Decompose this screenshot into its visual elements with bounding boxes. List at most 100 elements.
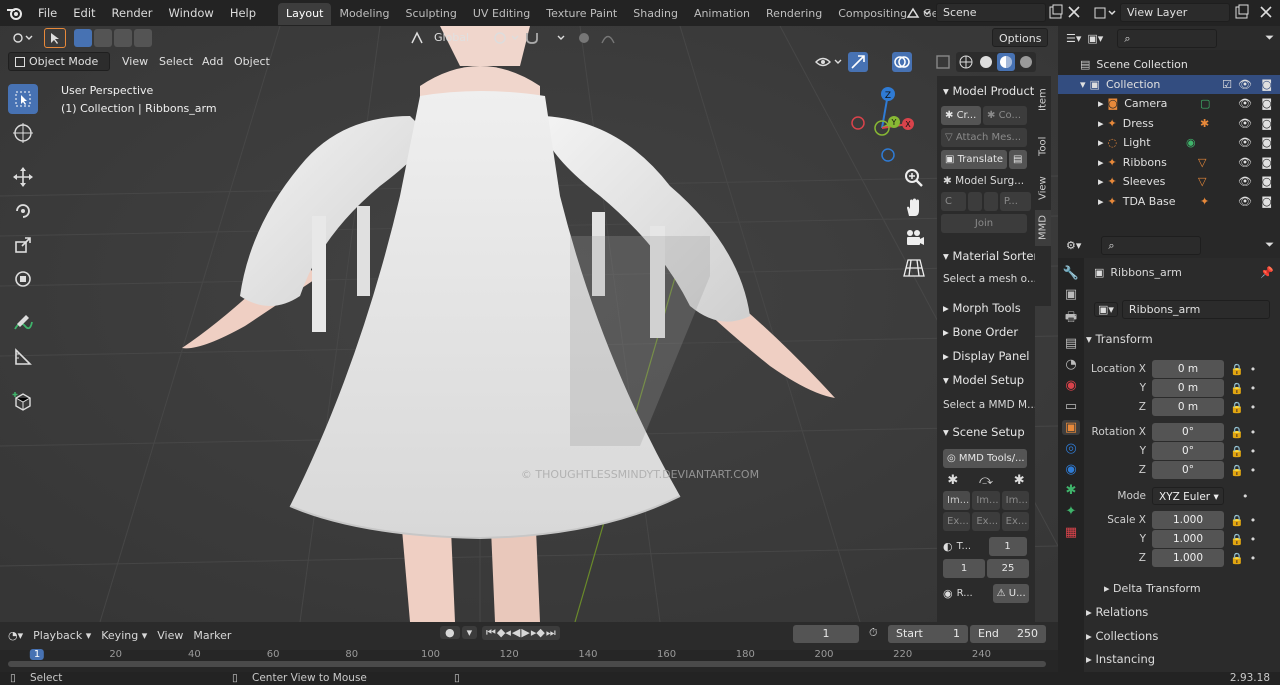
- lock-icon[interactable]: 🔒: [1230, 514, 1244, 527]
- scene-name-field[interactable]: Scene: [936, 3, 1046, 22]
- add-cube-tool-icon[interactable]: [8, 386, 38, 416]
- render-camera-icon[interactable]: ◙: [1261, 75, 1272, 95]
- jump-keyframe-back-icon[interactable]: ◆◂: [497, 626, 511, 640]
- gizmo-toggle-icon[interactable]: [848, 52, 868, 72]
- menu-view[interactable]: View: [116, 52, 154, 71]
- surgery-p-button[interactable]: P...: [999, 192, 1031, 211]
- solid-shading-icon[interactable]: [977, 53, 995, 71]
- join-button[interactable]: Join: [941, 214, 1027, 233]
- jump-keyframe-forward-icon[interactable]: ▸◆: [531, 626, 545, 640]
- world-properties-icon[interactable]: ◉: [1065, 378, 1076, 393]
- panel-display-panel[interactable]: ▸ Display Panel: [937, 345, 1035, 367]
- tab-item[interactable]: Item: [1035, 80, 1051, 120]
- selection-new-icon[interactable]: [74, 29, 92, 47]
- menu-render[interactable]: Render: [104, 0, 161, 26]
- collection-properties-icon[interactable]: ▭: [1065, 399, 1077, 414]
- update-world-button[interactable]: ⚠ U...: [992, 584, 1029, 603]
- translate-button[interactable]: ▣ Translate: [941, 150, 1007, 169]
- scene-selector-icon[interactable]: [906, 3, 936, 23]
- selection-subtract-icon[interactable]: [114, 29, 132, 47]
- outliner-item-tda-base[interactable]: ▸ ✦ TDA Base ✦ 👁 ◙: [1058, 192, 1280, 212]
- outliner-item-ribbons[interactable]: ▸ ✦ Ribbons ▽ 👁 ◙: [1058, 153, 1280, 173]
- rotation-x-field[interactable]: 0°: [1152, 423, 1224, 441]
- scale-y-field[interactable]: 1.000: [1152, 530, 1224, 548]
- export-3-button[interactable]: Ex...: [1001, 512, 1029, 531]
- transform-orientation[interactable]: Global: [410, 28, 475, 47]
- tab-uv-editing[interactable]: UV Editing: [465, 3, 538, 25]
- properties-options-icon[interactable]: ⏷: [1265, 238, 1280, 252]
- lock-icon[interactable]: 🔒: [1230, 445, 1244, 458]
- outliner-editor-icon[interactable]: ☰▾: [1066, 32, 1081, 45]
- perspective-toggle-icon[interactable]: [902, 256, 926, 280]
- overlays-toggle-icon[interactable]: [892, 52, 912, 72]
- menu-window[interactable]: Window: [160, 0, 221, 26]
- material-shading-icon[interactable]: [997, 53, 1015, 71]
- surgery-c-button[interactable]: C: [941, 192, 967, 211]
- tab-texture-paint[interactable]: Texture Paint: [538, 3, 625, 25]
- object-name-field[interactable]: Ribbons_arm: [1121, 300, 1270, 319]
- keying-set-icon[interactable]: ▾: [461, 626, 478, 639]
- collections-header[interactable]: ▸ Collections: [1086, 629, 1158, 643]
- jump-start-icon[interactable]: ⏮: [486, 626, 496, 640]
- preview-range-icon[interactable]: ⏱: [869, 626, 878, 640]
- view-layer-field[interactable]: View Layer: [1120, 3, 1230, 22]
- lock-icon[interactable]: 🔒: [1230, 533, 1244, 546]
- timeline-ruler[interactable]: 1 20 40 60 80 100 120 140 160 180 200 220 240: [0, 649, 1058, 672]
- play-reverse-icon[interactable]: ◀: [512, 626, 520, 640]
- keyframe-dot-icon[interactable]: •: [1250, 533, 1257, 546]
- properties-editor-icon[interactable]: ⚙▾: [1066, 239, 1081, 252]
- tab-layout[interactable]: Layout: [278, 3, 332, 25]
- keyframe-dot-icon[interactable]: •: [1250, 552, 1257, 565]
- tab-shading[interactable]: Shading: [625, 3, 686, 25]
- data-properties-icon[interactable]: ✦: [1066, 504, 1077, 519]
- panel-material-sorter[interactable]: ▾ Material Sorter: [937, 245, 1035, 267]
- tool-settings-icon[interactable]: 🔧: [1063, 266, 1079, 281]
- panel-model-setup[interactable]: ▾ Model Setup: [937, 369, 1035, 391]
- output-properties-icon[interactable]: 🖶: [1065, 308, 1077, 330]
- import-3-button[interactable]: Im...: [1001, 491, 1029, 510]
- transform-panel-header[interactable]: ▾ Transform: [1086, 332, 1153, 346]
- panel-morph-tools[interactable]: ▸ Morph Tools: [937, 297, 1035, 319]
- surgery-icon-2[interactable]: [984, 192, 998, 211]
- rotation-mode-dropdown[interactable]: XYZ Euler ▾: [1152, 487, 1224, 505]
- instancing-header[interactable]: ▸ Instancing: [1086, 652, 1155, 666]
- editor-type-icon[interactable]: [6, 29, 40, 48]
- keyframe-dot-icon[interactable]: •: [1250, 514, 1257, 527]
- rotation-y-field[interactable]: 0°: [1152, 442, 1224, 460]
- rendered-shading-icon[interactable]: [1017, 53, 1035, 71]
- timeline-scrollbar[interactable]: [8, 661, 1046, 667]
- outliner-item-sleeves[interactable]: ▸ ✦ Sleeves ▽ 👁 ◙: [1058, 172, 1280, 192]
- scale-tool-icon[interactable]: [8, 230, 38, 260]
- delete-view-layer-icon[interactable]: [1258, 4, 1274, 20]
- collection-row[interactable]: ▾ ▣ Collection ☑ 👁 ◙: [1058, 74, 1280, 95]
- object-browse-icon[interactable]: ▣▾: [1094, 302, 1118, 317]
- measure-tool-icon[interactable]: [8, 342, 38, 372]
- start-frame-field[interactable]: Start 1: [888, 625, 968, 643]
- panel-model-production[interactable]: ▾ Model Producti: [937, 80, 1035, 102]
- wireframe-shading-icon[interactable]: [957, 53, 975, 71]
- timeline-editor-icon[interactable]: ◔▾: [8, 629, 23, 642]
- end-frame-field[interactable]: End 250: [970, 625, 1046, 643]
- tab-view[interactable]: View: [1035, 168, 1051, 208]
- export-1-button[interactable]: Ex...: [943, 512, 971, 531]
- location-y-field[interactable]: 0 m: [1152, 379, 1224, 397]
- import-2-button[interactable]: Im...: [972, 491, 1000, 510]
- select-tool-icon[interactable]: [8, 84, 38, 114]
- attach-meshes-button[interactable]: ▽ Attach Mes...: [941, 128, 1027, 147]
- playback-menu[interactable]: Playback ▾: [33, 629, 91, 642]
- selection-intersect-icon[interactable]: [134, 29, 152, 47]
- outliner-search-input[interactable]: ⌕: [1117, 28, 1218, 48]
- menu-select[interactable]: Select: [153, 52, 199, 71]
- menu-add[interactable]: Add: [196, 52, 229, 71]
- navigation-gizmo[interactable]: Z Y X: [848, 82, 928, 164]
- keying-menu[interactable]: Keying ▾: [101, 629, 147, 642]
- cursor-tool-icon[interactable]: [8, 118, 38, 148]
- menu-edit[interactable]: Edit: [65, 0, 103, 26]
- keyframe-dot-icon[interactable]: •: [1250, 363, 1257, 376]
- panel-bone-order[interactable]: ▸ Bone Order: [937, 321, 1035, 343]
- tab-mmd[interactable]: MMD: [1035, 210, 1051, 246]
- new-view-layer-icon[interactable]: [1234, 4, 1250, 20]
- import-pose-icon[interactable]: ✱: [1014, 473, 1025, 488]
- surgery-icon-1[interactable]: [968, 192, 983, 211]
- delta-transform-header[interactable]: ▸ Delta Transform: [1104, 582, 1201, 595]
